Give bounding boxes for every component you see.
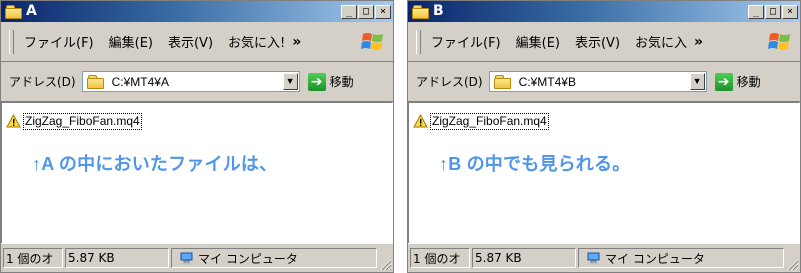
window-a-title: A <box>26 3 37 19</box>
window-a-content[interactable]: ZigZag_FiboFan.mq4 ↑A の中においたファイルは、 <box>1 102 393 245</box>
folder-icon <box>493 75 511 89</box>
explorer-window-b: B _ □ × ファイル(F) 編集(E) 表示(V) お気に入 » アドレス(… <box>407 0 801 273</box>
folder-icon <box>5 5 22 19</box>
window-b-statusbar: 1 個のオ 5.87 KB マイ コンピュータ <box>408 243 800 272</box>
resize-grip-icon[interactable] <box>786 258 799 271</box>
menu-view[interactable]: 表示(V) <box>575 32 620 51</box>
maximize-button[interactable]: □ <box>765 4 781 19</box>
menu-file[interactable]: ファイル(F) <box>24 32 94 51</box>
status-location-label: マイ コンピュータ <box>605 251 705 266</box>
window-b-menubar: ファイル(F) 編集(E) 表示(V) お気に入 » <box>408 22 800 62</box>
address-dropdown-button[interactable]: ▼ <box>689 73 705 90</box>
my-computer-icon <box>587 252 600 264</box>
caption-text: ↑B の中でも見られる。 <box>439 154 631 174</box>
warning-file-icon <box>6 114 21 128</box>
window-a-title-buttons: _ □ × <box>341 4 391 19</box>
address-label: アドレス(D) <box>9 75 76 89</box>
close-button[interactable]: × <box>375 4 391 19</box>
file-item[interactable]: ZigZag_FiboFan.mq4 <box>6 113 142 130</box>
menu-file[interactable]: ファイル(F) <box>431 32 501 51</box>
go-arrow-icon: ➔ <box>714 72 733 91</box>
warning-file-icon <box>413 114 428 128</box>
status-size: 5.87 KB <box>472 248 576 268</box>
my-computer-icon <box>180 252 193 264</box>
toolbar-grip[interactable] <box>9 29 14 54</box>
menu-edit[interactable]: 編集(E) <box>516 32 560 51</box>
folder-icon <box>412 5 429 19</box>
go-label: 移動 <box>329 75 354 89</box>
status-location: マイ コンピュータ <box>171 248 377 268</box>
windows-logo-icon <box>361 33 383 50</box>
address-path[interactable]: C:¥MT4¥A <box>112 75 169 89</box>
window-a-titlebar[interactable]: A _ □ × <box>1 1 393 22</box>
close-button[interactable]: × <box>782 4 798 19</box>
go-label: 移動 <box>736 75 761 89</box>
go-button[interactable]: ➔ 移動 <box>714 72 761 91</box>
file-name[interactable]: ZigZag_FiboFan.mq4 <box>430 113 549 130</box>
address-path[interactable]: C:¥MT4¥B <box>519 75 576 89</box>
folder-icon <box>86 75 104 89</box>
address-label: アドレス(D) <box>416 75 483 89</box>
file-name[interactable]: ZigZag_FiboFan.mq4 <box>23 113 142 130</box>
go-arrow-icon: ➔ <box>307 72 326 91</box>
file-item[interactable]: ZigZag_FiboFan.mq4 <box>413 113 549 130</box>
menu-favorites[interactable]: お気に入 <box>635 32 687 51</box>
menu-view[interactable]: 表示(V) <box>168 32 213 51</box>
status-location: マイ コンピュータ <box>578 248 784 268</box>
window-b-content[interactable]: ZigZag_FiboFan.mq4 ↑B の中でも見られる。 <box>408 102 800 245</box>
resize-grip-icon[interactable] <box>379 258 392 271</box>
explorer-comparison: A _ □ × ファイル(F) 編集(E) 表示(V) お気に入! » アドレス… <box>0 0 801 273</box>
window-b-addressbar: アドレス(D) C:¥MT4¥B ▼ ➔ 移動 <box>408 62 800 102</box>
status-count: 1 個のオ <box>3 248 63 268</box>
address-field[interactable]: C:¥MT4¥A ▼ <box>81 71 300 92</box>
maximize-button[interactable]: □ <box>358 4 374 19</box>
window-b-titlebar[interactable]: B _ □ × <box>408 1 800 22</box>
toolbar-grip[interactable] <box>416 29 421 54</box>
address-dropdown-button[interactable]: ▼ <box>282 73 298 90</box>
menu-edit[interactable]: 編集(E) <box>109 32 153 51</box>
address-field[interactable]: C:¥MT4¥B ▼ <box>488 71 707 92</box>
minimize-button[interactable]: _ <box>341 4 357 19</box>
window-a-menubar: ファイル(F) 編集(E) 表示(V) お気に入! » <box>1 22 393 62</box>
window-a-statusbar: 1 個のオ 5.87 KB マイ コンピュータ <box>1 243 393 272</box>
status-location-label: マイ コンピュータ <box>198 251 298 266</box>
window-b-title-buttons: _ □ × <box>748 4 798 19</box>
windows-logo-icon <box>768 33 790 50</box>
menu-overflow-chevron[interactable]: » <box>292 34 301 50</box>
window-b-title: B <box>433 3 444 19</box>
menu-favorites[interactable]: お気に入! <box>228 32 285 51</box>
caption-text: ↑A の中においたファイルは、 <box>32 154 278 174</box>
go-button[interactable]: ➔ 移動 <box>307 72 354 91</box>
minimize-button[interactable]: _ <box>748 4 764 19</box>
menu-overflow-chevron[interactable]: » <box>694 34 703 50</box>
status-size: 5.87 KB <box>65 248 169 268</box>
window-a-addressbar: アドレス(D) C:¥MT4¥A ▼ ➔ 移動 <box>1 62 393 102</box>
status-count: 1 個のオ <box>410 248 470 268</box>
explorer-window-a: A _ □ × ファイル(F) 編集(E) 表示(V) お気に入! » アドレス… <box>0 0 394 273</box>
